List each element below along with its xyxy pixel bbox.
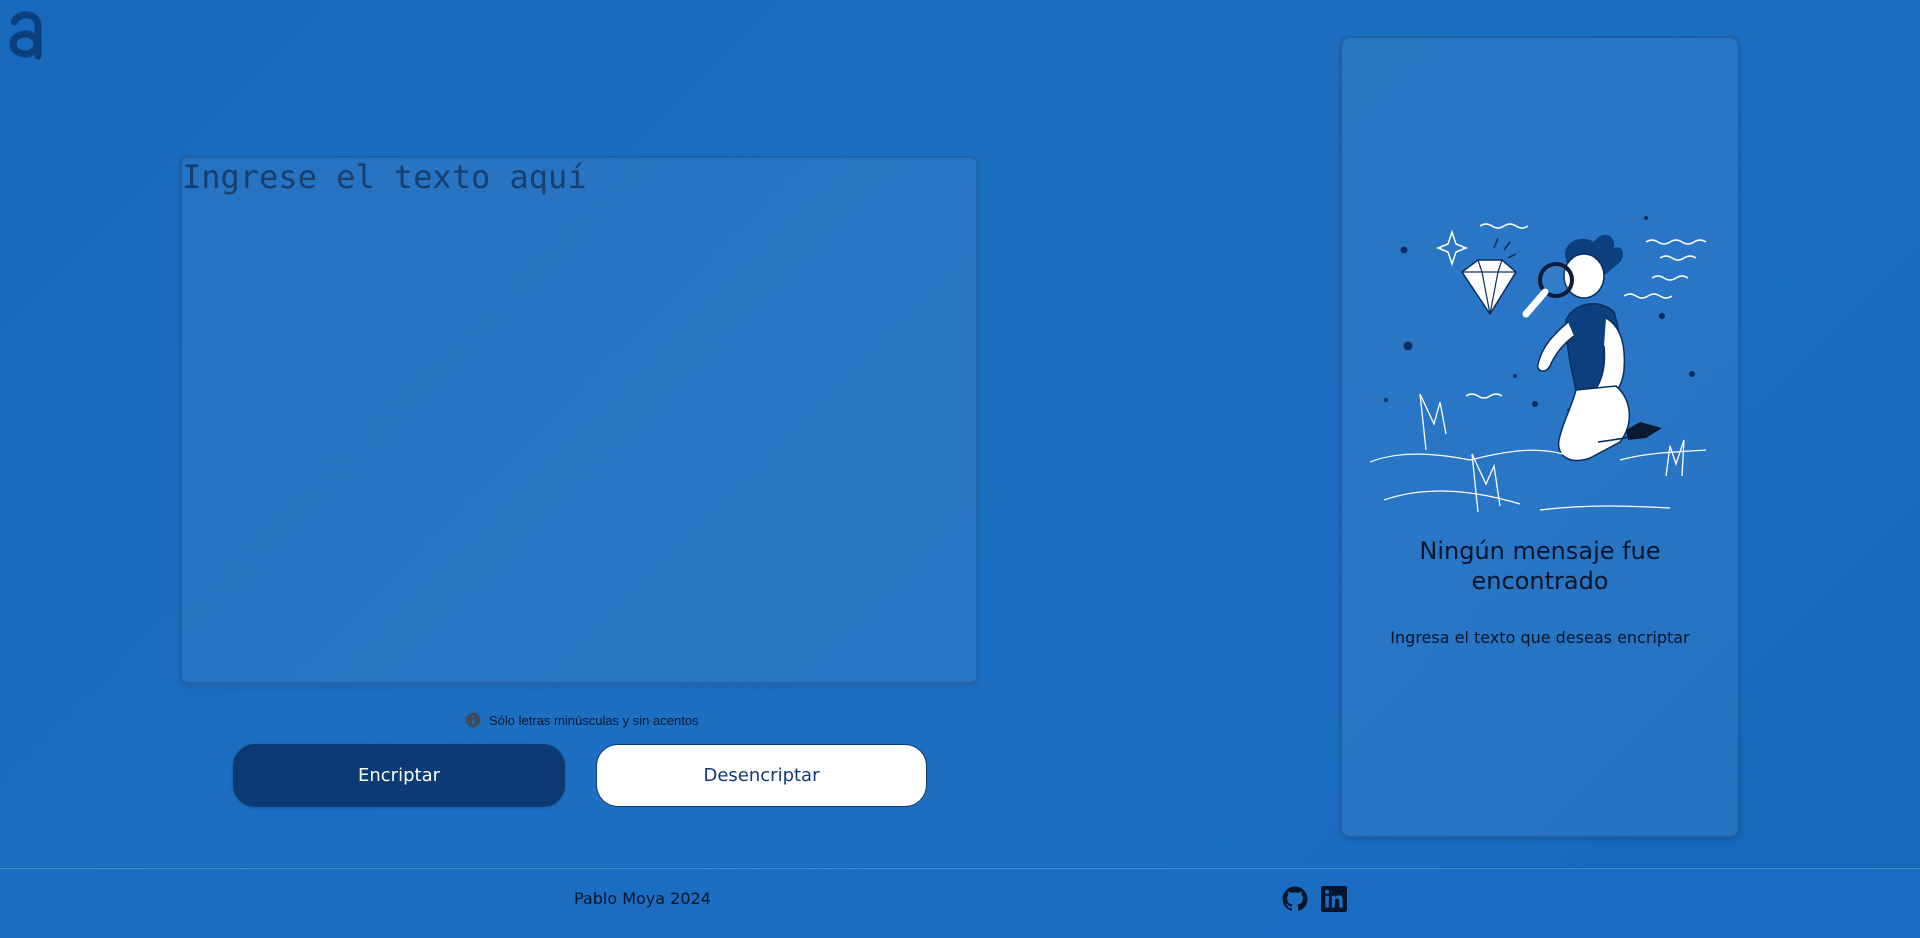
decrypt-button[interactable]: Desencriptar [596,744,927,807]
text-input[interactable] [180,156,978,684]
output-title: Ningún mensaje fue encontrado [1419,537,1661,595]
github-icon[interactable] [1282,886,1308,912]
alura-logo-icon[interactable] [8,8,44,60]
input-hint: Sólo letras minúsculas y sin acentos [465,710,699,730]
hint-text: Sólo letras minúsculas y sin acentos [489,712,699,728]
info-icon [465,712,481,728]
output-panel: Ningún mensaje fue encontrado Ingresa el… [1340,36,1740,838]
output-subtitle: Ingresa el texto que deseas encriptar [1390,628,1690,647]
linkedin-icon[interactable] [1321,886,1347,912]
footer-credit: Pablo Moya 2024 [574,889,711,908]
encrypt-button[interactable]: Encriptar [233,744,565,807]
footer: Pablo Moya 2024 [0,868,1920,938]
person-with-magnifying-glass-illustration [1370,216,1707,513]
